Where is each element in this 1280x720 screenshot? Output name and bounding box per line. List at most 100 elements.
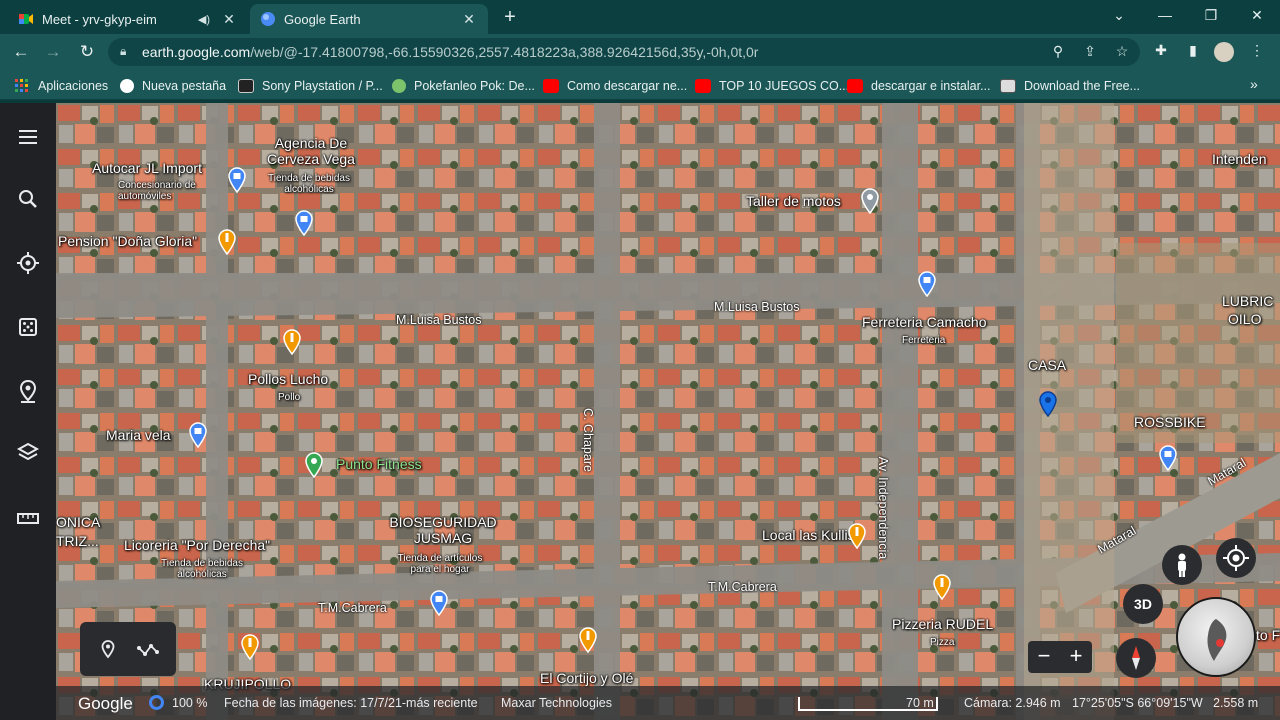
poi-taller[interactable]: Taller de motos <box>746 193 841 209</box>
bookmark-apps[interactable]: Aplicaciones <box>14 77 108 95</box>
poi-pension[interactable]: Pension "Doña Gloria" <box>58 233 197 249</box>
menu-dots-icon[interactable]: ⋮ <box>1246 42 1268 62</box>
poi-agencia[interactable]: Agencia De Cerveza Vega <box>256 135 366 167</box>
place-tools-dock <box>80 622 176 676</box>
bookmark-youtube-3[interactable]: descargar e instalar... <box>847 77 991 95</box>
address-bar[interactable]: 🔒︎ earth.google.com/web/@-17.41800798,-6… <box>108 38 1140 66</box>
bookmark-label: descargar e instalar... <box>871 79 991 93</box>
shopping-pin-icon[interactable] <box>917 271 937 297</box>
road-label: T.M.Cabrera <box>318 601 387 615</box>
poi-autocar[interactable]: Autocar JL Import <box>92 160 202 176</box>
draw-path-icon[interactable] <box>136 638 160 660</box>
poi-onica[interactable]: ONICA <box>56 514 100 530</box>
poi-subtitle: Pizza <box>930 637 955 648</box>
poi-licoreria[interactable]: Licoreria "Por Derecha" <box>124 537 270 553</box>
reload-button[interactable]: ↻ <box>74 40 100 64</box>
tab-title: Google Earth <box>284 11 361 27</box>
location-icon[interactable]: ⚲ <box>1048 43 1068 61</box>
saved-pin-icon[interactable] <box>1038 391 1058 417</box>
imagery-date[interactable]: Fecha de las imágenes: 17/7/21-más recie… <box>224 696 478 710</box>
close-tab-icon[interactable]: ✕ <box>220 11 238 28</box>
restaurant-pin-icon[interactable] <box>282 329 302 355</box>
bookmark-youtube-1[interactable]: Como descargar ne... <box>543 77 687 95</box>
measure-icon[interactable] <box>14 505 42 533</box>
my-location-icon[interactable] <box>1216 538 1256 578</box>
bookmark-sony[interactable]: Sony Playstation / P... <box>238 77 383 95</box>
status-bar: Google 100 % Fecha de las imágenes: 17/7… <box>56 686 1280 720</box>
bookmark-pokefanleo[interactable]: Pokefanleo Pok: De... <box>392 77 535 95</box>
poi-rossbike[interactable]: ROSSBIKE <box>1134 414 1206 430</box>
shopping-pin-icon[interactable] <box>294 210 314 236</box>
lock-icon[interactable]: 🔒︎ <box>120 44 134 60</box>
new-tab-button[interactable]: + <box>498 6 522 30</box>
tab-meet[interactable]: Meet - yrv-gkyp-eim ◀︎) ✕ <box>8 4 248 34</box>
add-placemark-icon[interactable] <box>96 638 120 660</box>
poi-maria[interactable]: Maria vela <box>106 427 171 443</box>
profile-avatar[interactable] <box>1214 42 1234 62</box>
shopping-pin-icon[interactable] <box>1158 445 1178 471</box>
map-style-icon[interactable] <box>14 439 42 467</box>
poi-punto-fitness[interactable]: Punto Fitness <box>336 456 422 472</box>
pokeball-icon <box>392 79 406 93</box>
poi-intendencia[interactable]: Intenden <box>1212 151 1267 167</box>
extensions-icon[interactable]: ✚ <box>1150 42 1172 62</box>
back-button[interactable]: ← <box>8 40 34 64</box>
shopping-pin-icon[interactable] <box>188 422 208 448</box>
poi-local[interactable]: Local las Kullis <box>762 527 855 543</box>
shopping-pin-icon[interactable] <box>429 590 449 616</box>
bookmark-download[interactable]: Download the Free... <box>1000 77 1140 95</box>
tab-google-earth[interactable]: Google Earth ✕ <box>250 4 488 34</box>
voyager-icon[interactable] <box>14 249 42 277</box>
poi-subtitle: Tienda de bebidas alcohólicas <box>268 173 350 195</box>
restaurant-pin-icon[interactable] <box>847 523 867 549</box>
poi-cortijo[interactable]: El Cortijo y Olé <box>540 670 633 686</box>
poi-ferreteria[interactable]: Ferreteria Camacho <box>862 314 987 330</box>
bookmark-star-icon[interactable]: ☆ <box>1112 43 1132 61</box>
search-icon[interactable] <box>14 185 42 213</box>
compass-icon[interactable] <box>1116 638 1156 678</box>
pegman-icon[interactable] <box>1162 545 1202 585</box>
feeling-lucky-icon[interactable] <box>14 313 42 341</box>
poi-triz[interactable]: TRIZ... <box>56 533 99 549</box>
poi-pizzeria[interactable]: Pizzeria RUDEL <box>892 616 993 632</box>
bookmark-youtube-2[interactable]: TOP 10 JUEGOS CO... <box>695 77 849 95</box>
poi-casa[interactable]: CASA <box>1028 357 1066 373</box>
tab-search-icon[interactable]: ⌄ <box>1096 4 1142 28</box>
side-panel-icon[interactable]: ▮ <box>1182 42 1204 62</box>
minimize-button[interactable]: — <box>1142 4 1188 28</box>
forward-button[interactable]: → <box>40 40 66 64</box>
close-window-button[interactable]: ✕ <box>1234 4 1280 28</box>
restaurant-pin-icon[interactable] <box>240 634 260 660</box>
restaurant-pin-icon[interactable] <box>578 627 598 653</box>
toggle-3d-button[interactable]: 3D <box>1123 584 1163 624</box>
poi-pollos[interactable]: Pollos Lucho <box>248 371 328 387</box>
poi-partial[interactable]: to F <box>1256 627 1280 643</box>
map-view[interactable]: M.Luisa Bustos M.Luisa Bustos C. Chapare… <box>56 103 1280 720</box>
poi-bioseguridad[interactable]: BIOSEGURIDAD JUSMAG <box>388 514 498 546</box>
bookmark-label: Download the Free... <box>1024 79 1141 93</box>
projects-icon[interactable] <box>14 377 42 405</box>
render-percent: 100 % <box>172 696 208 710</box>
road-label: M.Luisa Bustos <box>714 300 800 314</box>
close-tab-icon[interactable]: ✕ <box>460 11 478 28</box>
shopping-pin-icon[interactable] <box>227 167 247 193</box>
restore-button[interactable]: ❐ <box>1188 4 1234 28</box>
menu-icon[interactable] <box>14 123 42 151</box>
poi-lubric[interactable]: OILO <box>1228 311 1261 327</box>
gym-pin-icon[interactable] <box>304 452 324 478</box>
lodging-pin-icon[interactable] <box>217 229 237 255</box>
road-label: T.M.Cabrera <box>708 580 777 594</box>
share-icon[interactable]: ⇪ <box>1080 43 1100 61</box>
more-bookmarks-icon[interactable]: » <box>1250 76 1258 92</box>
poi-lubric[interactable]: LUBRIC <box>1222 293 1273 309</box>
google-logo: Google <box>78 694 133 713</box>
url-text[interactable]: earth.google.com/web/@-17.41800798,-66.1… <box>142 44 758 60</box>
bookmark-new-tab[interactable]: Nueva pestaña <box>120 77 226 95</box>
zoom-out-button[interactable]: − <box>1028 644 1060 670</box>
bookmark-label: Nueva pestaña <box>142 79 227 93</box>
speaker-icon[interactable]: ◀︎) <box>198 13 210 26</box>
zoom-in-button[interactable]: + <box>1060 644 1092 670</box>
place-pin-icon[interactable] <box>860 188 880 214</box>
restaurant-pin-icon[interactable] <box>932 574 952 600</box>
mini-globe[interactable] <box>1176 597 1256 677</box>
